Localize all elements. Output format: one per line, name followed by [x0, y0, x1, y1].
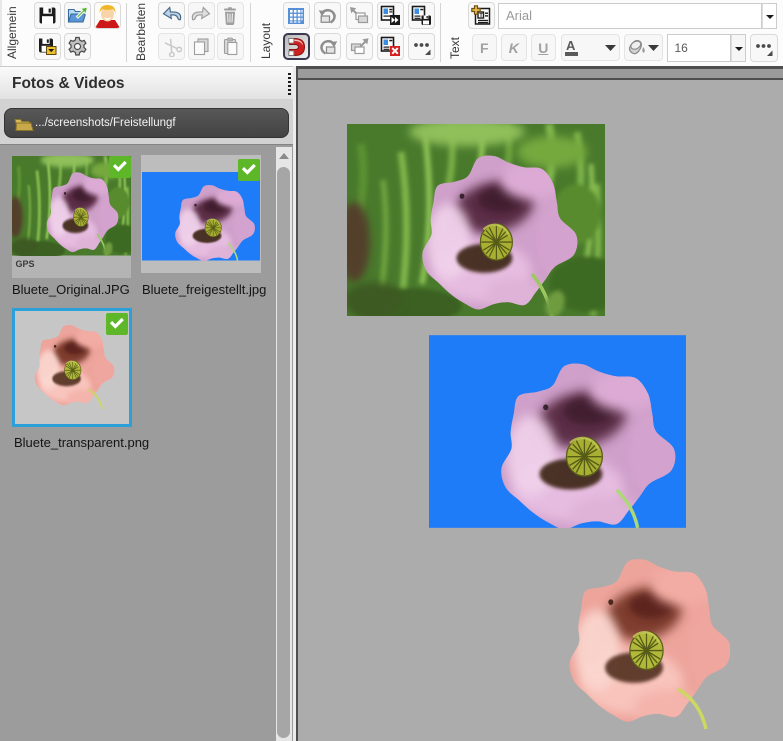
svg-text:A: A [566, 38, 576, 53]
svg-text:T: T [479, 13, 483, 19]
